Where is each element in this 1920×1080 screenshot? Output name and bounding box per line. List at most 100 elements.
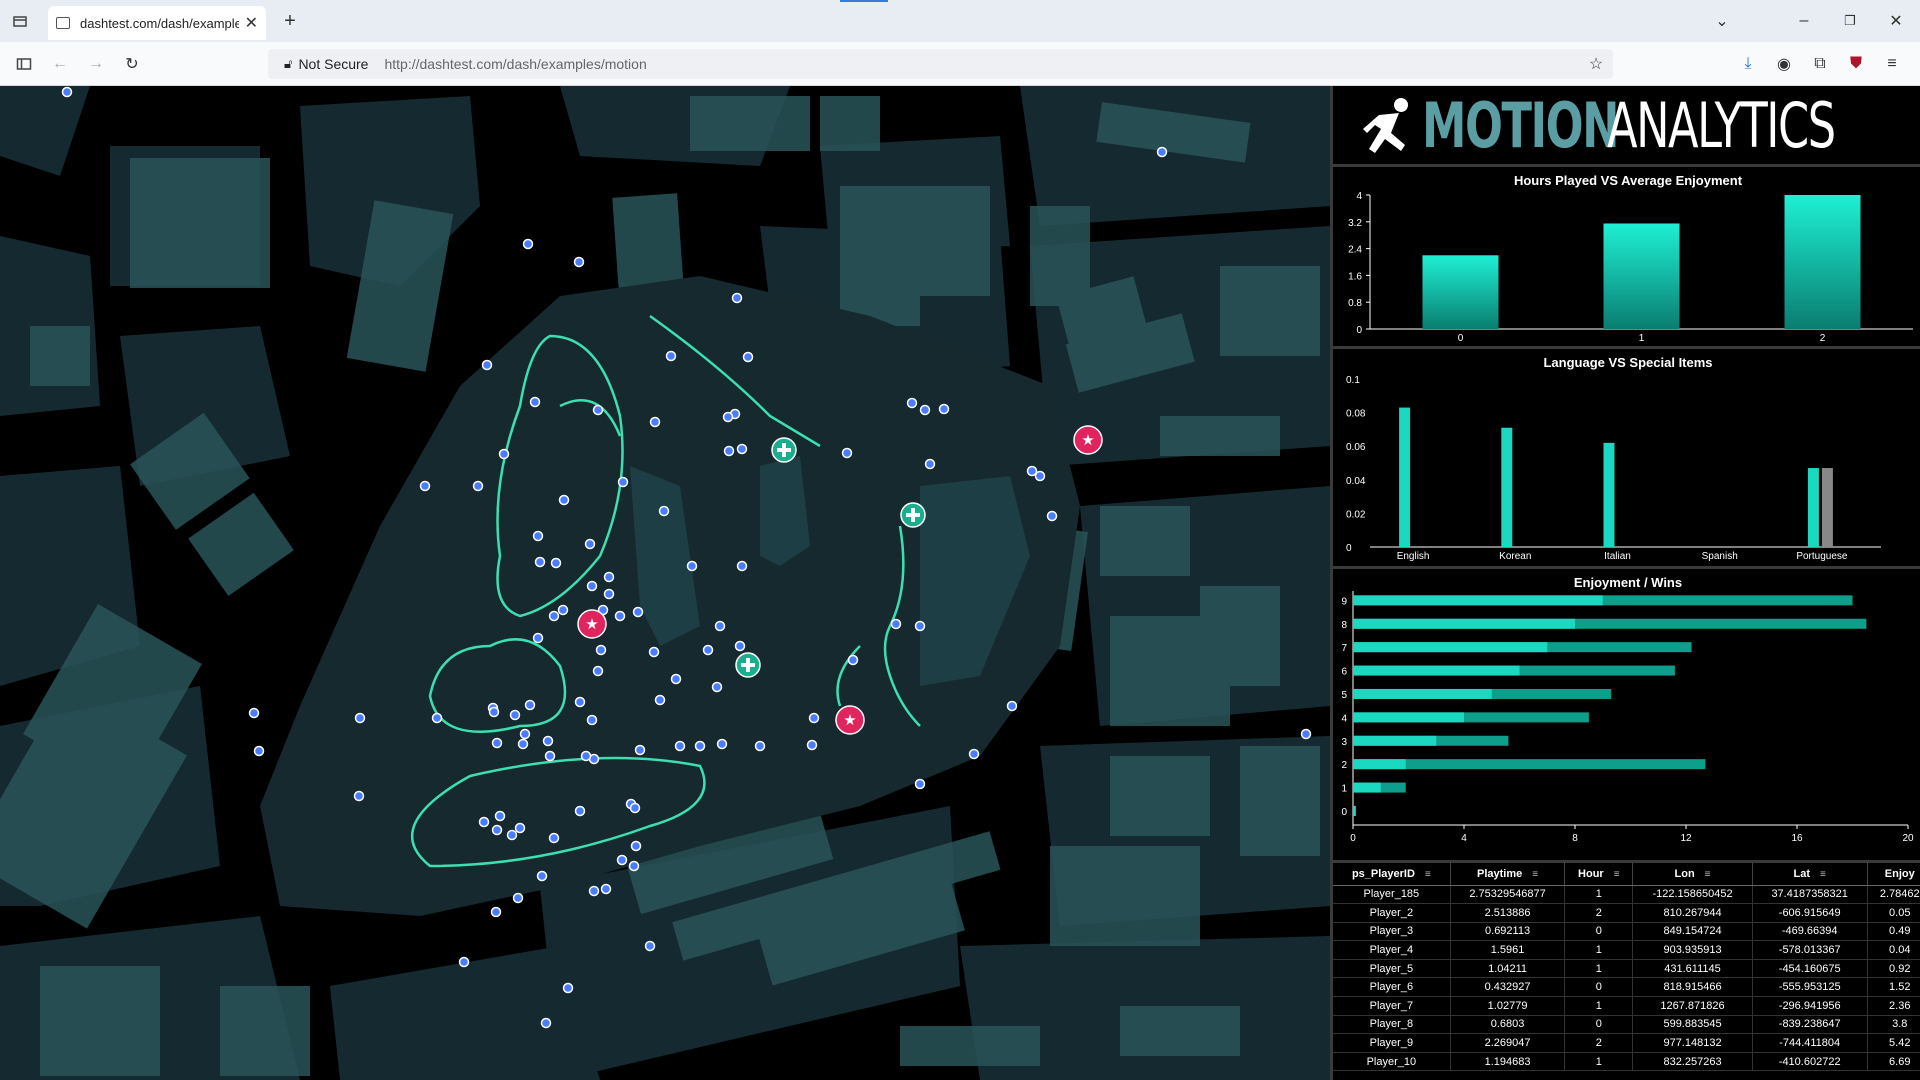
column-header[interactable]: Hour ≡ bbox=[1564, 863, 1634, 886]
player-dot bbox=[517, 738, 529, 750]
table-row[interactable]: Player_2 2.513886 2 810.267944 -606.915649 0.… bbox=[1333, 903, 1920, 923]
browser-tab[interactable]: dashtest.com/dash/examples/motion ✕ bbox=[48, 6, 266, 40]
player-dot bbox=[603, 588, 615, 600]
minimize-icon[interactable]: – bbox=[1792, 9, 1816, 33]
player-table[interactable]: ps_PlayerID ≡ Playtime ≡ Hour ≡ Lon ≡ Lat ≡ Enjoy … bbox=[1333, 860, 1920, 1080]
player-dot bbox=[617, 476, 629, 488]
extensions-icon[interactable]: ⧉ bbox=[1808, 52, 1832, 76]
table-row[interactable]: Player_7 1.02779 1 1267.871826 -296.941956 2.… bbox=[1333, 996, 1920, 1016]
table-cell: 37.4187358321 bbox=[1752, 885, 1868, 905]
column-header[interactable]: ps_PlayerID ≡ bbox=[1333, 863, 1451, 886]
y-tick-label: 3.2 bbox=[1348, 218, 1362, 229]
table-row[interactable]: Player_6 0.432927 0 818.915466 -555.953125 1.… bbox=[1333, 977, 1920, 998]
table-cell: 0 bbox=[1564, 922, 1634, 942]
table-header-row: ps_PlayerID ≡ Playtime ≡ Hour ≡ Lon ≡ Lat ≡ Enjoy bbox=[1333, 863, 1920, 886]
enjoyment-wins-plot[interactable]: 0 4 8 12 16 200123456789 bbox=[1333, 569, 1920, 863]
table-cell: 1.02779 bbox=[1450, 996, 1566, 1016]
table-row[interactable]: Player_4 1.5961 1 903.935913 -578.013367 0.04 bbox=[1333, 940, 1920, 960]
address-bar[interactable]: 🔓︎ Not Secure http://dashtest.com/dash/e… bbox=[268, 49, 1613, 79]
player-dot bbox=[723, 445, 735, 457]
download-icon[interactable]: ⤓ bbox=[1736, 52, 1760, 76]
player-dot bbox=[938, 403, 950, 415]
tab-overview-icon[interactable] bbox=[8, 9, 32, 33]
filter-icon[interactable]: ≡ bbox=[1820, 869, 1826, 880]
x-tick-label: Korean bbox=[1499, 551, 1531, 562]
page-icon bbox=[56, 17, 70, 29]
new-tab-icon[interactable]: + bbox=[278, 9, 302, 33]
reload-icon[interactable]: ↻ bbox=[120, 52, 144, 76]
player-dot bbox=[574, 805, 586, 817]
bookmark-star-icon[interactable]: ☆ bbox=[1584, 52, 1608, 76]
table-cell: -839.238647 bbox=[1752, 1015, 1868, 1035]
table-cell: Player_10 bbox=[1333, 1052, 1451, 1072]
column-header[interactable]: Lon ≡ bbox=[1632, 863, 1753, 886]
bar bbox=[1603, 442, 1615, 547]
menu-icon[interactable]: ≡ bbox=[1880, 52, 1904, 76]
player-dot bbox=[658, 505, 670, 517]
player-dot bbox=[353, 790, 365, 802]
enjoyment-wins-chart[interactable]: Enjoyment / Wins 0 4 8 12 16 20 0 1 2 3 4 5 6 7 8 9 bbox=[1333, 566, 1920, 860]
map-canvas[interactable]: ★ ★ ★ bbox=[0, 86, 1330, 1080]
account-icon[interactable]: ◉ bbox=[1772, 52, 1796, 76]
bar bbox=[1353, 642, 1548, 653]
filter-icon[interactable]: ≡ bbox=[1705, 869, 1711, 880]
back-icon[interactable]: ← bbox=[48, 52, 72, 76]
filter-icon[interactable]: ≡ bbox=[1425, 869, 1431, 880]
restore-icon[interactable]: ❐ bbox=[1838, 9, 1862, 33]
player-dot bbox=[649, 416, 661, 428]
table-row[interactable]: Player_10 1.194683 1 832.257263 -410.602722 6… bbox=[1333, 1052, 1920, 1072]
table-row[interactable]: Player_8 0.6803 0 599.883545 -839.238647 3.8 bbox=[1333, 1015, 1920, 1035]
table-cell: -744.411804 bbox=[1752, 1033, 1868, 1053]
table-row[interactable]: Player_3 0.692113 0 849.154724 -469.66394 0.4… bbox=[1333, 922, 1920, 942]
language-items-chart[interactable]: Language VS Special Items 0 0.02 0.04 0.06 0… bbox=[1333, 346, 1920, 566]
table-cell: 1 bbox=[1564, 940, 1634, 960]
close-tab-icon[interactable]: ✕ bbox=[245, 13, 258, 33]
player-dot bbox=[890, 618, 902, 630]
table-row[interactable]: Player_9 2.269047 2 977.148132 -744.411804 5.… bbox=[1333, 1033, 1920, 1053]
filter-icon[interactable]: ≡ bbox=[1532, 869, 1538, 880]
player-dot bbox=[722, 411, 734, 423]
player-dot bbox=[548, 610, 560, 622]
player-dot bbox=[491, 737, 503, 749]
bar bbox=[1353, 759, 1406, 770]
sidebar-toggle-icon[interactable] bbox=[12, 52, 36, 76]
forward-icon[interactable]: → bbox=[84, 52, 108, 76]
x-tick-label: Italian bbox=[1604, 551, 1631, 562]
player-dot bbox=[694, 740, 706, 752]
url-text[interactable]: http://dashtest.com/dash/examples/motion bbox=[384, 56, 646, 72]
navigation-bar: ← → ↻ ⛉ 🔓︎ Not Secure http://dashtest.co… bbox=[0, 42, 1920, 86]
table-row[interactable]: Player_5 1.04211 1 431.611145 -454.160675 0.9… bbox=[1333, 959, 1920, 979]
column-header[interactable]: Playtime ≡ bbox=[1450, 863, 1566, 886]
table-cell: -555.953125 bbox=[1752, 977, 1868, 998]
table-cell: 818.915466 bbox=[1632, 977, 1753, 998]
filter-icon[interactable]: ≡ bbox=[1614, 869, 1620, 880]
bar bbox=[1353, 595, 1603, 606]
hours-enjoyment-chart[interactable]: Hours Played VS Average Enjoyment 0 0.8 1.… bbox=[1333, 164, 1920, 346]
table-cell: 1.04211 bbox=[1450, 959, 1566, 979]
column-header[interactable]: Enjoy bbox=[1867, 863, 1920, 886]
hours-enjoyment-plot[interactable]: 0 0.8 1.6 2.4 3.2 4 0 1 2 bbox=[1333, 167, 1920, 349]
event-star-icon: ★ bbox=[577, 609, 607, 639]
language-items-plot[interactable]: 0 0.02 0.04 0.06 0.08 0.1 English Korean Italian… bbox=[1333, 349, 1920, 569]
security-indicator[interactable]: 🔓︎ Not Secure bbox=[284, 56, 368, 72]
player-dot bbox=[536, 870, 548, 882]
player-dot bbox=[595, 644, 607, 656]
player-dot bbox=[586, 714, 598, 726]
park-map[interactable]: ★ ★ ★ bbox=[0, 86, 1330, 1080]
chevron-down-icon[interactable]: ⌄ bbox=[1710, 9, 1734, 33]
table-cell: Player_2 bbox=[1333, 903, 1451, 923]
column-header[interactable]: Lat ≡ bbox=[1752, 863, 1868, 886]
table-cell: 1 bbox=[1564, 959, 1634, 979]
table-row[interactable]: Player_185 2.75329546877 1 -122.158650452 37… bbox=[1333, 885, 1920, 905]
bar bbox=[1784, 195, 1861, 329]
bar bbox=[1353, 782, 1381, 793]
window-close-icon[interactable]: ✕ bbox=[1884, 9, 1908, 33]
bar bbox=[1353, 618, 1575, 629]
bar bbox=[1821, 468, 1833, 547]
ublock-icon[interactable]: ⛊ bbox=[1844, 52, 1868, 76]
brand-header: MOTION ANALYTICS bbox=[1333, 86, 1920, 164]
bar bbox=[1353, 665, 1520, 676]
medic-plus-icon bbox=[735, 652, 761, 678]
player-dot bbox=[628, 860, 640, 872]
player-dot bbox=[616, 854, 628, 866]
